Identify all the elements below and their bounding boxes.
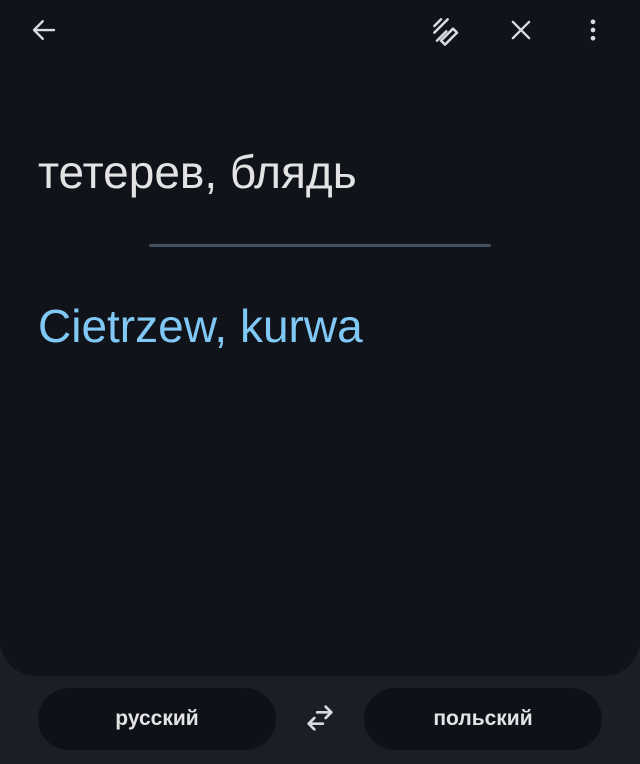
more-vert-icon: [579, 16, 607, 44]
language-bar: русский польский: [0, 676, 640, 764]
divider: [149, 244, 491, 247]
swap-languages-button[interactable]: [296, 696, 344, 744]
back-button[interactable]: [20, 6, 68, 54]
translated-text[interactable]: Cietrzew, kurwa: [38, 294, 608, 358]
source-language-button[interactable]: русский: [38, 688, 276, 750]
arrow-left-icon: [29, 15, 59, 45]
source-language-label: русский: [115, 707, 199, 730]
top-app-bar: [0, 0, 640, 60]
target-language-button[interactable]: польский: [364, 688, 602, 750]
swap-arrows-icon: [303, 701, 337, 740]
translation-card: тетерев, блядь Cietrzew, kurwa: [0, 0, 640, 676]
clear-button[interactable]: [497, 6, 545, 54]
handwriting-button[interactable]: [421, 6, 469, 54]
more-options-button[interactable]: [569, 6, 617, 54]
source-text[interactable]: тетерев, блядь: [38, 140, 608, 204]
target-language-label: польский: [433, 707, 533, 730]
handwriting-pen-icon: [429, 14, 461, 46]
close-icon: [507, 16, 535, 44]
translate-screen: тетерев, блядь Cietrzew, kurwa русский п…: [0, 0, 640, 764]
